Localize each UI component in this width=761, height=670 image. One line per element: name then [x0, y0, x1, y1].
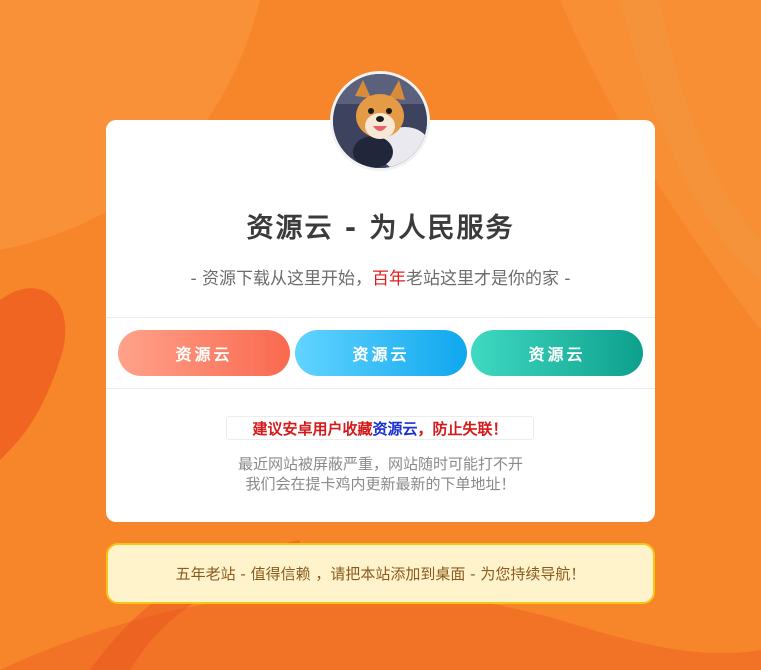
tip-prefix: 建议安卓用户收藏	[252, 419, 373, 438]
link-button-1[interactable]: 资源云	[118, 330, 290, 376]
tip-suffix: ，防止失联！	[417, 419, 508, 438]
tip-highlight: 资源云	[372, 419, 418, 438]
subtitle-prefix: - 资源下载从这里开始，	[190, 269, 372, 289]
divider-top	[106, 317, 655, 318]
avatar	[330, 71, 430, 171]
subtitle-suffix: 老站这里才是你的家 -	[406, 269, 571, 289]
subtitle-highlight: 百年	[372, 269, 406, 289]
page-title: 资源云 - 为人民服务	[246, 213, 515, 244]
bookmark-tip: 建议安卓用户收藏 资源云 ，防止失联！	[226, 416, 534, 440]
dog-photo-icon	[333, 74, 427, 168]
footer-text: 五年老站 - 值得信赖 ，请把本站添加到桌面 - 为您持续导航！	[175, 565, 586, 583]
notice-line-2: 我们会在提卡鸡内更新最新的下单地址！	[245, 475, 516, 493]
notice-line-1: 最近网站被屏蔽严重，网站随时可能打不开	[237, 455, 523, 473]
link-button-3[interactable]: 资源云	[471, 330, 643, 376]
subtitle: - 资源下载从这里开始，百年老站这里才是你的家 -	[106, 264, 655, 289]
divider-bottom	[106, 388, 655, 389]
link-button-2[interactable]: 资源云	[295, 330, 467, 376]
main-card: 资源云 - 为人民服务 - 资源下载从这里开始，百年老站这里才是你的家 - 资源…	[106, 120, 655, 522]
footer-banner: 五年老站 - 值得信赖 ，请把本站添加到桌面 - 为您持续导航！	[106, 543, 655, 604]
